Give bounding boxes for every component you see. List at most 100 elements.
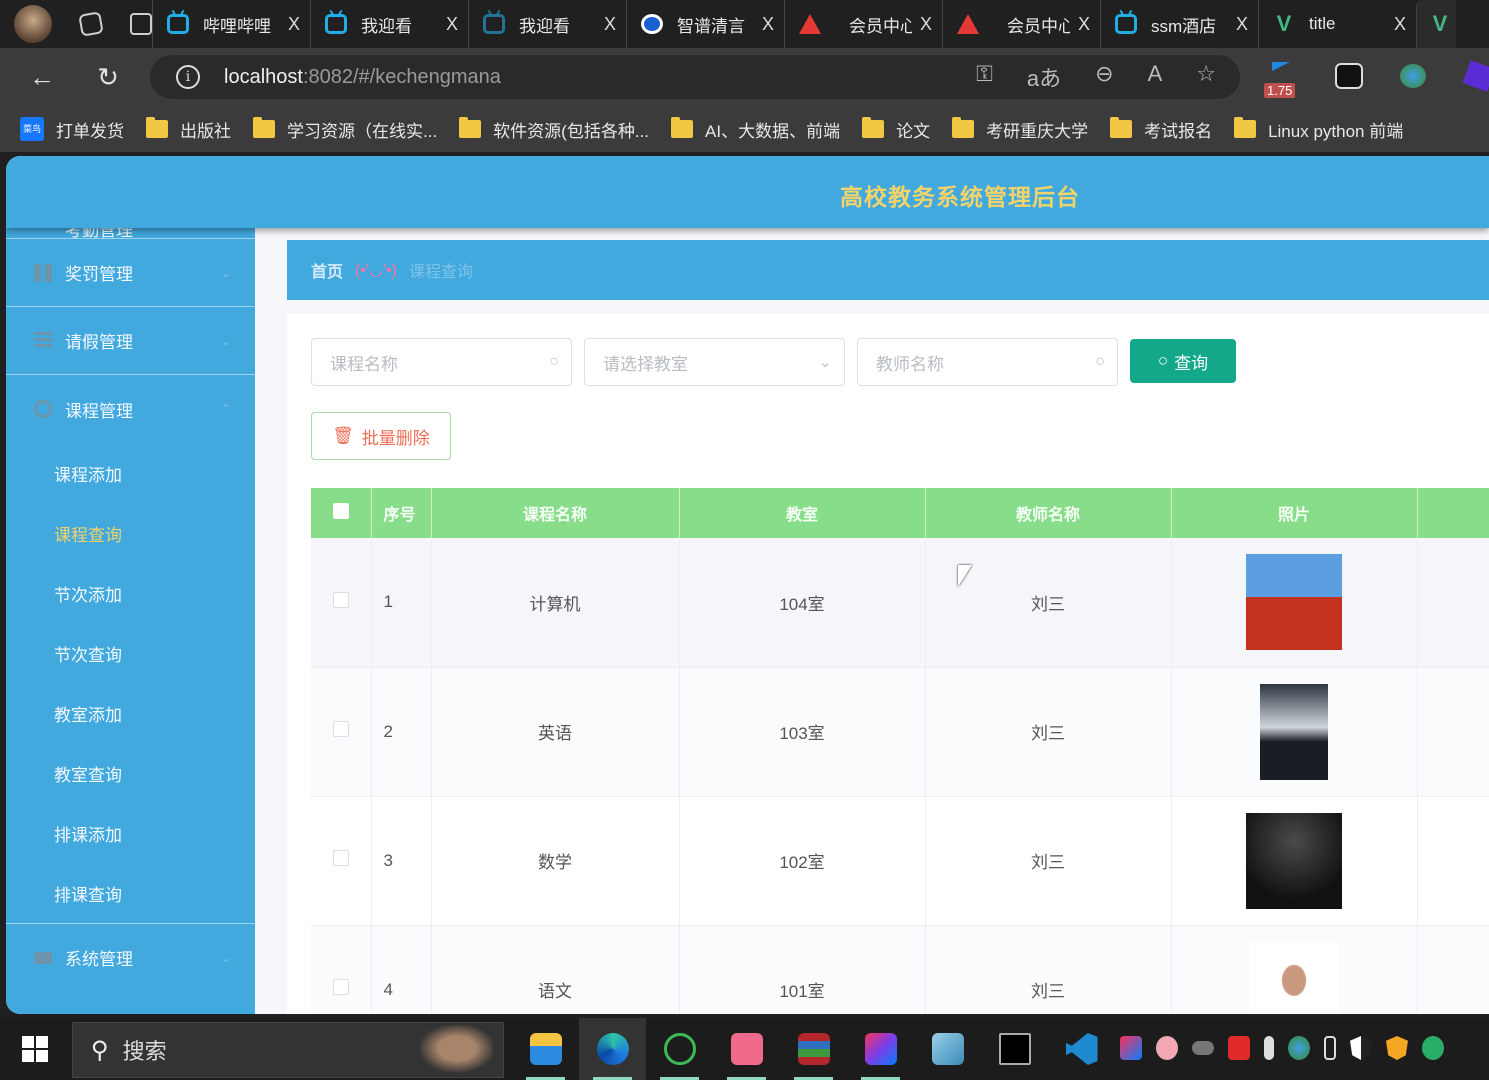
batch-delete-button[interactable]: 🗑 批量删除 [311, 412, 451, 460]
sidebar-item-attendance[interactable]: 考勤管理 [6, 228, 255, 240]
edge-browser-icon[interactable] [579, 1018, 646, 1080]
search-icon: ⚲ [91, 1036, 109, 1064]
breadcrumb-home[interactable]: 首页 [311, 258, 343, 282]
sidebar-item-leave[interactable]: 请假管理 ⌄ [6, 307, 255, 375]
workspaces-icon[interactable] [78, 11, 104, 37]
column-header: 照片 [1171, 488, 1418, 538]
submenu-course-add[interactable]: 课程添加 [6, 443, 255, 503]
classroom-select[interactable]: 请选择教室 ⌄ [584, 338, 845, 386]
browser-tab[interactable]: ssm酒店 X [1100, 0, 1258, 48]
close-tab-icon[interactable]: X [920, 14, 932, 35]
row-checkbox[interactable] [332, 979, 349, 995]
select-all-cell [311, 488, 372, 538]
query-button[interactable]: ○ 查询 [1130, 339, 1236, 383]
mouse-cursor [958, 565, 972, 587]
browser-tab[interactable]: 我迎看 X [468, 0, 626, 48]
sidebar-item-courses[interactable]: 课程管理 ⌃ [6, 375, 255, 443]
notepad-icon[interactable] [914, 1018, 981, 1080]
bookmark-item[interactable]: 菜鸟 打单发货 [20, 117, 124, 142]
yak-illustration [413, 1025, 493, 1077]
read-aloud-icon[interactable]: A [1148, 61, 1163, 93]
video-speed-extension[interactable]: 1.75 [1264, 58, 1300, 98]
flower-tray-icon[interactable] [1156, 1036, 1178, 1060]
row-checkbox[interactable] [332, 721, 349, 737]
close-tab-icon[interactable]: X [446, 14, 458, 35]
browser-tab[interactable]: 智谱清言 X [626, 0, 784, 48]
vscode-icon[interactable] [1048, 1018, 1115, 1080]
download-manager-icon[interactable] [1400, 64, 1426, 88]
close-tab-icon[interactable]: X [604, 14, 616, 35]
winrar-icon[interactable] [780, 1018, 847, 1080]
wechat-tray-icon[interactable] [1422, 1036, 1444, 1060]
bilibili-app-icon[interactable] [713, 1018, 780, 1080]
course-name-input[interactable]: 课程名称 ○ [311, 338, 572, 386]
submenu-classroom-add[interactable]: 教室添加 [6, 683, 255, 743]
teacher-photo [1246, 554, 1342, 651]
microphone-tray-icon[interactable] [1264, 1036, 1274, 1060]
terminal-icon[interactable] [981, 1018, 1048, 1080]
bookmark-folder[interactable]: 论文 [862, 117, 930, 142]
idm-tray-icon[interactable] [1288, 1036, 1310, 1060]
bookmark-folder[interactable]: 考研重庆大学 [952, 117, 1088, 142]
submenu-classroom-query[interactable]: 教室查询 [6, 743, 255, 803]
submenu-schedule-query[interactable]: 排课查询 [6, 863, 255, 923]
youdao-tray-icon[interactable] [1228, 1036, 1250, 1060]
security-tray-icon[interactable] [1350, 1036, 1372, 1060]
bookmark-folder[interactable]: 软件资源(包括各种... [459, 117, 649, 142]
bookmark-folder[interactable]: 考试报名 [1110, 117, 1212, 142]
close-tab-icon[interactable]: X [1236, 14, 1248, 35]
select-all-checkbox[interactable] [332, 502, 349, 519]
bookmark-folder[interactable]: Linux python 前端 [1234, 117, 1403, 142]
navicat-icon[interactable] [646, 1018, 713, 1080]
intellij-icon[interactable] [847, 1018, 914, 1080]
chevron-up-icon: ⌃ [220, 402, 231, 416]
zoom-out-icon[interactable]: ⊖ [1095, 61, 1113, 93]
taskbar-search[interactable]: ⚲ 搜索 [72, 1022, 504, 1078]
cloud-tray-icon[interactable] [1192, 1041, 1214, 1055]
shield-tray-icon[interactable] [1386, 1036, 1408, 1060]
address-bar[interactable]: i localhost:8082/#/kechengmana ⚿ aあ ⊖ A … [150, 55, 1240, 99]
teacher-name-input[interactable]: 教师名称 ○ [857, 338, 1118, 386]
submenu-course-query[interactable]: 课程查询 [6, 503, 255, 563]
url-text[interactable]: localhost:8082/#/kechengmana [224, 66, 501, 89]
intellij-tray-icon[interactable] [1120, 1036, 1142, 1060]
usb-tray-icon[interactable] [1324, 1036, 1336, 1060]
browser-tab[interactable]: 会员中心 X [784, 0, 942, 48]
close-tab-icon[interactable]: X [1394, 14, 1406, 35]
search-icon: ○ [1095, 353, 1105, 370]
browser-tab[interactable]: 哔哩哔哩 X [152, 0, 310, 48]
browser-tab[interactable]: Vtitle X [1258, 0, 1416, 48]
row-checkbox[interactable] [332, 850, 349, 866]
table-row: 4 语文 101室 刘三 [311, 925, 1489, 1014]
submenu-schedule-add[interactable]: 排课添加 [6, 803, 255, 863]
bookmark-folder[interactable]: 学习资源（在线实... [253, 117, 437, 142]
favorite-star-icon[interactable]: ☆ [1196, 61, 1216, 93]
folder-icon [459, 117, 482, 138]
cell-index: 2 [371, 667, 432, 797]
back-icon[interactable]: ← [26, 62, 58, 93]
site-info-icon[interactable]: i [176, 65, 200, 89]
bookmark-folder[interactable]: 出版社 [146, 117, 231, 142]
bookmark-folder[interactable]: AI、大数据、前端 [671, 117, 840, 142]
tab-actions-icon[interactable] [130, 13, 152, 35]
key-icon[interactable]: ⚿ [976, 61, 993, 93]
folder-icon [146, 117, 168, 138]
sidebar-item-rewards[interactable]: 奖罚管理 ⌄ [6, 239, 255, 307]
reload-icon[interactable]: ↻ [92, 62, 124, 93]
file-explorer-icon[interactable] [512, 1018, 579, 1080]
profile-avatar[interactable] [14, 5, 52, 43]
windows-start-icon[interactable] [22, 1036, 48, 1062]
breadcrumb-current: 课程查询 [408, 264, 473, 281]
translate-icon[interactable]: aあ [1027, 61, 1061, 93]
browser-tab[interactable]: 会员中心 X [942, 0, 1100, 48]
close-tab-icon[interactable]: X [762, 14, 774, 35]
browser-tab-active[interactable]: V [1416, 0, 1456, 48]
glasses-extension-icon[interactable] [1335, 63, 1363, 89]
browser-tab[interactable]: 我迎看 X [310, 0, 468, 48]
submenu-period-add[interactable]: 节次添加 [6, 563, 255, 623]
close-tab-icon[interactable]: X [288, 14, 300, 35]
sidebar-item-system[interactable]: 系统管理 ⌄ [6, 923, 255, 991]
row-checkbox[interactable] [332, 591, 349, 608]
close-tab-icon[interactable]: X [1078, 14, 1090, 35]
submenu-period-query[interactable]: 节次查询 [6, 623, 255, 683]
